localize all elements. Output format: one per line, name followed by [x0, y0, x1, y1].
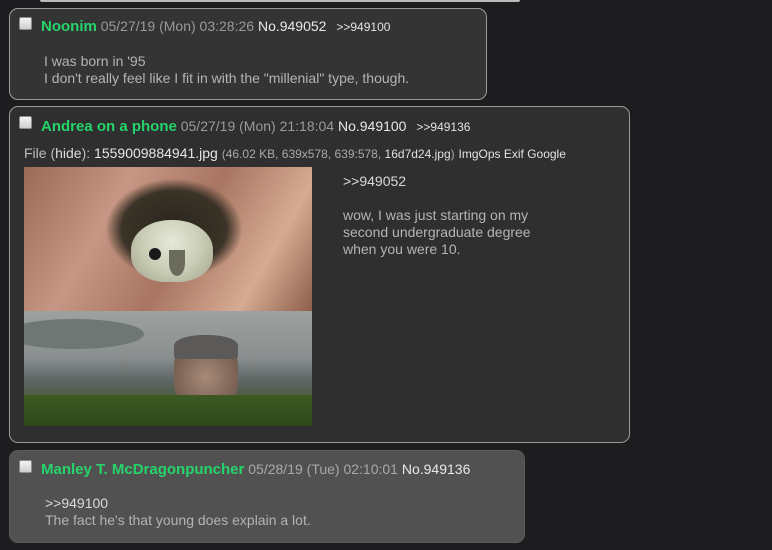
- bird-eye: [149, 248, 161, 260]
- post-date: 05/27/19 (Mon) 03:28:26: [100, 18, 255, 34]
- reply-post: Noonim 05/27/19 (Mon) 03:28:26 No.949052…: [9, 8, 487, 100]
- image-tools-links[interactable]: ImgOps Exif Google: [459, 147, 566, 161]
- poster-name: Andrea on a phone: [41, 118, 177, 135]
- hide-file-link[interactable]: hide: [55, 145, 81, 161]
- file-meta: (46.02 KB, 639x578, 639:578, 16d7d24.jpg…: [222, 147, 455, 161]
- message-line: wow, I was just starting on my: [343, 207, 529, 223]
- top-bar: [40, 0, 520, 2]
- post-date: 05/28/19 (Tue) 02:10:01: [248, 461, 398, 477]
- select-checkbox[interactable]: [19, 17, 32, 30]
- poster-name: Manley T. McDragonpuncher: [41, 461, 245, 478]
- reply-post: Andrea on a phone 05/27/19 (Mon) 21:18:0…: [9, 106, 630, 443]
- file-info: File (hide): 1559009884941.jpg (46.02 KB…: [24, 145, 566, 161]
- file-meta-size: (46.02 KB, 639x578, 639:578,: [221, 147, 382, 161]
- bird-head: [131, 220, 213, 282]
- post-header: Manley T. McDragonpuncher 05/28/19 (Tue)…: [41, 461, 470, 478]
- backlink[interactable]: >>949136: [416, 120, 470, 134]
- original-filename: 16d7d24.jpg: [384, 147, 451, 161]
- message-line: The fact he's that young does explain a …: [45, 512, 311, 528]
- man-photo: [24, 311, 312, 426]
- reply-post: Manley T. McDragonpuncher 05/28/19 (Tue)…: [9, 450, 525, 543]
- message-line: I was born in '95: [44, 53, 146, 69]
- post-header: Andrea on a phone 05/27/19 (Mon) 21:18:0…: [41, 118, 470, 135]
- bird-photo: [24, 167, 312, 311]
- file-label-end: ):: [81, 145, 91, 161]
- post-number[interactable]: No.949136: [402, 461, 471, 477]
- post-number[interactable]: No.949052: [258, 18, 327, 34]
- post-image-thumbnail[interactable]: [24, 167, 312, 426]
- backlink[interactable]: >>949100: [336, 20, 390, 34]
- file-name-link[interactable]: 1559009884941.jpg: [94, 145, 218, 161]
- post-header: Noonim 05/27/19 (Mon) 03:28:26 No.949052…: [41, 18, 390, 35]
- post-message: >>949100 The fact he's that young does e…: [45, 495, 311, 529]
- post-date: 05/27/19 (Mon) 21:18:04: [180, 118, 335, 134]
- quote-link[interactable]: >>949052: [343, 173, 531, 190]
- distant-hill: [24, 319, 144, 349]
- message-line: I don't really feel like I fit in with t…: [44, 70, 410, 86]
- poster-name: Noonim: [41, 18, 97, 35]
- man-hair: [174, 335, 238, 359]
- select-checkbox[interactable]: [19, 460, 32, 473]
- bird-beak: [169, 250, 185, 276]
- grass: [24, 395, 312, 426]
- select-checkbox[interactable]: [19, 116, 32, 129]
- file-meta-end: ): [450, 147, 455, 161]
- post-message: I was born in '95 I don't really feel li…: [44, 53, 409, 87]
- post-number[interactable]: No.949100: [338, 118, 407, 134]
- quote-link[interactable]: >>949100: [45, 495, 311, 512]
- message-line: second undergraduate degree: [343, 224, 531, 240]
- message-line: when you were 10.: [343, 241, 461, 257]
- post-message: >>949052 wow, I was just starting on my …: [343, 173, 531, 258]
- file-label: File (: [24, 145, 56, 161]
